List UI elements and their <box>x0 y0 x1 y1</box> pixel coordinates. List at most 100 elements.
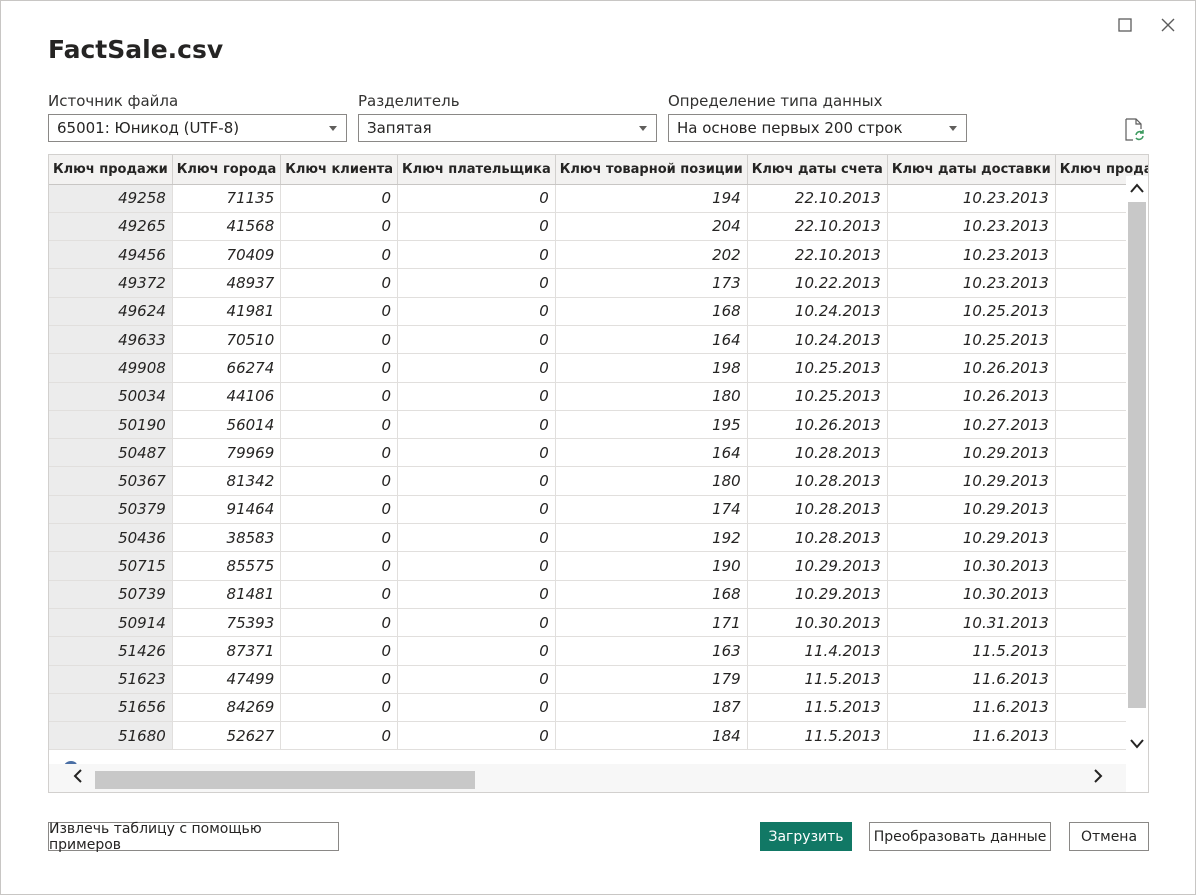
table-cell: 0 <box>397 268 556 298</box>
table-cell: 202 <box>555 240 748 270</box>
column-header: Ключ товарной позиции <box>555 155 748 185</box>
table-cell: 48937 <box>172 268 282 298</box>
delimiter-select[interactable]: Запятая <box>358 114 657 142</box>
table-cell: 10.25.2013 <box>747 353 888 383</box>
table-row: 50715855750019010.29.201310.30.201339 <box>49 551 1148 581</box>
table-cell: 41981 <box>172 297 282 326</box>
table-cell: 11.4.2013 <box>747 636 888 666</box>
table-cell: 198 <box>555 353 748 383</box>
table-cell: 10.22.2013 <box>747 268 888 298</box>
transform-data-button[interactable]: Преобразовать данные <box>869 822 1051 851</box>
table-cell: 179 <box>555 665 748 694</box>
horizontal-scrollbar[interactable] <box>49 764 1126 792</box>
refresh-preview-button[interactable] <box>1122 117 1146 143</box>
vertical-scroll-thumb[interactable] <box>1128 202 1146 708</box>
table-cell: 10.23.2013 <box>887 212 1056 242</box>
horizontal-scroll-thumb[interactable] <box>95 771 475 789</box>
table-cell: 41568 <box>172 212 282 242</box>
table-cell: 10.26.2013 <box>887 353 1056 383</box>
table-cell: 10.26.2013 <box>747 410 888 440</box>
scroll-up-icon[interactable] <box>1129 180 1145 196</box>
table-cell: 0 <box>397 721 556 751</box>
table-cell: 173 <box>555 268 748 298</box>
table-cell: 50739 <box>49 580 173 609</box>
vertical-scrollbar[interactable] <box>1126 176 1148 752</box>
table-row: 50436385830019210.28.201310.29.201319 <box>49 523 1148 553</box>
table-cell: 10.23.2013 <box>887 184 1056 213</box>
table-cell: 0 <box>280 665 399 694</box>
table-cell: 10.28.2013 <box>747 438 888 468</box>
table-cell: 0 <box>397 438 556 468</box>
table-row: 50914753930017110.30.201310.31.201374 <box>49 608 1148 638</box>
table-cell: 171 <box>555 608 748 638</box>
table-cell: 180 <box>555 382 748 411</box>
table-cell: 10.28.2013 <box>747 466 888 496</box>
table-row: 49372489370017310.22.201310.23.201383 <box>49 268 1148 298</box>
table-cell: 190 <box>555 551 748 581</box>
table-cell: 10.23.2013 <box>887 268 1056 298</box>
table-cell: 0 <box>397 608 556 638</box>
table-row: 50367813420018010.28.201310.29.201385 <box>49 466 1148 496</box>
table-cell: 0 <box>397 297 556 326</box>
table-row: 49624419810016810.24.201310.25.201385 <box>49 297 1148 326</box>
table-cell: 0 <box>280 523 399 553</box>
file-origin-select[interactable]: 65001: Юникод (UTF-8) <box>48 114 347 142</box>
table-cell: 0 <box>397 466 556 496</box>
data-preview-grid[interactable]: Ключ продажи Ключ города Ключ клиента Ключ … <box>48 154 1149 793</box>
table-cell: 0 <box>397 495 556 525</box>
table-cell: 0 <box>280 495 399 525</box>
table-cell: 187 <box>555 693 748 723</box>
table-row: 50739814810016810.29.201310.30.201383 <box>49 580 1148 609</box>
table-cell: 0 <box>280 693 399 723</box>
table-row: 51426873710016311.4.201311.5.201384 <box>49 636 1148 666</box>
table-cell: 164 <box>555 325 748 355</box>
table-cell: 51656 <box>49 693 173 723</box>
table-cell: 51623 <box>49 665 173 694</box>
table-cell: 10.30.2013 <box>887 580 1056 609</box>
table-cell: 51680 <box>49 721 173 751</box>
table-cell: 10.30.2013 <box>747 608 888 638</box>
chevron-down-icon <box>949 126 957 131</box>
table-cell: 44106 <box>172 382 282 411</box>
refresh-file-icon <box>1125 118 1144 141</box>
table-cell: 168 <box>555 580 748 609</box>
maximize-icon <box>1118 18 1132 32</box>
close-button[interactable] <box>1156 13 1180 37</box>
delimiter-label: Разделитель <box>358 92 460 110</box>
table-cell: 10.29.2013 <box>887 495 1056 525</box>
load-button[interactable]: Загрузить <box>760 822 852 851</box>
table-cell: 11.6.2013 <box>887 693 1056 723</box>
table-cell: 0 <box>280 240 399 270</box>
table-cell: 0 <box>280 382 399 411</box>
table-cell: 10.30.2013 <box>887 551 1056 581</box>
column-header: Ключ даты счета <box>747 155 888 185</box>
table-cell: 0 <box>280 721 399 751</box>
column-header: Ключ города <box>172 155 282 185</box>
type-detection-select[interactable]: На основе первых 200 строк <box>668 114 967 142</box>
table-cell: 79969 <box>172 438 282 468</box>
table-cell: 50367 <box>49 466 173 496</box>
table-cell: 0 <box>280 268 399 298</box>
table-cell: 10.26.2013 <box>887 382 1056 411</box>
table-cell: 51426 <box>49 636 173 666</box>
cancel-button[interactable]: Отмена <box>1069 822 1149 851</box>
table-cell: 11.6.2013 <box>887 721 1056 751</box>
table-cell: 11.5.2013 <box>747 693 888 723</box>
table-cell: 10.24.2013 <box>747 325 888 355</box>
table-cell: 11.5.2013 <box>887 636 1056 666</box>
table-row: 50487799690016410.28.201310.29.201319 <box>49 438 1148 468</box>
scroll-left-icon[interactable] <box>69 769 87 787</box>
table-row: 49265415680020422.10.201310.23.201383 <box>49 212 1148 242</box>
table-cell: 0 <box>280 580 399 609</box>
maximize-button[interactable] <box>1113 13 1137 37</box>
table-cell: 50190 <box>49 410 173 440</box>
table-cell: 0 <box>397 382 556 411</box>
table-cell: 66274 <box>172 353 282 383</box>
scroll-right-icon[interactable] <box>1089 769 1107 787</box>
scroll-down-icon[interactable] <box>1129 736 1145 752</box>
table-cell: 38583 <box>172 523 282 553</box>
column-header: Ключ плательщика <box>397 155 556 185</box>
table-cell: 50436 <box>49 523 173 553</box>
extract-table-button[interactable]: Извлечь таблицу с помощью примеров <box>48 821 339 853</box>
table-cell: 0 <box>397 353 556 383</box>
